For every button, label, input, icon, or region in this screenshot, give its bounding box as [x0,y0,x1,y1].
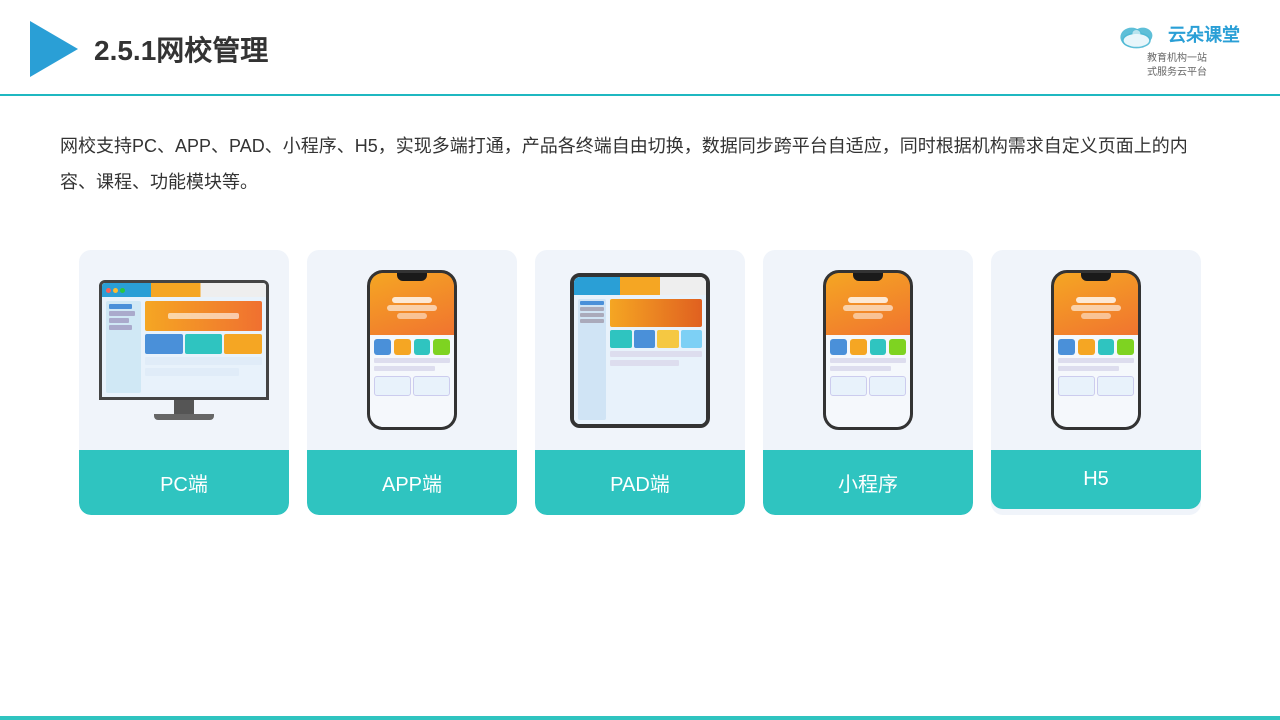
card-miniprogram-label: 小程序 [763,450,973,515]
card-pc-label: PC端 [79,450,289,515]
page-header: 2.5.1网校管理 云朵课堂 教育机构一站式服务云平台 [0,0,1280,96]
card-pc: PC端 [79,250,289,515]
description-text: 网校支持PC、APP、PAD、小程序、H5，实现多端打通，产品各终端自由切换，数… [0,96,1280,220]
card-h5: H5 [991,250,1201,515]
brand-logo: 云朵课堂 教育机构一站式服务云平台 [1114,18,1240,80]
phone-notch-mini [853,273,883,281]
card-pad-image [535,250,745,450]
platform-cards: PC端 [0,220,1280,545]
brand-cloud-icon: 云朵课堂 [1114,18,1240,50]
phone-notch-h5 [1081,273,1111,281]
device-phone-miniprogram [823,270,913,430]
card-h5-label: H5 [991,450,1201,509]
card-pad-label: PAD端 [535,450,745,515]
page-title: 2.5.1网校管理 [94,29,268,69]
phone-screen-h5 [1054,273,1138,427]
card-app-image [307,250,517,450]
card-miniprogram-image [763,250,973,450]
pc-screen [102,283,266,397]
pc-stand [174,400,194,414]
phone-screen-app [370,273,454,427]
logo-triangle-icon [30,21,78,77]
card-pad: PAD端 [535,250,745,515]
phone-notch [397,273,427,281]
header-left: 2.5.1网校管理 [30,21,268,77]
card-app-label: APP端 [307,450,517,515]
card-app: APP端 [307,250,517,515]
phone-screen-miniprogram [826,273,910,427]
pc-monitor [99,280,269,400]
device-tablet-mockup [570,273,710,428]
tablet-screen [574,277,706,424]
card-h5-image [991,250,1201,450]
pc-base [154,414,214,420]
brand-subtitle-text: 教育机构一站式服务云平台 [1147,52,1207,80]
card-pc-image [79,250,289,450]
bottom-accent-bar [0,716,1280,720]
brand-name-text: 云朵课堂 [1168,21,1240,47]
device-phone-h5 [1051,270,1141,430]
device-pc-mockup [99,280,269,420]
card-miniprogram: 小程序 [763,250,973,515]
device-phone-app [367,270,457,430]
